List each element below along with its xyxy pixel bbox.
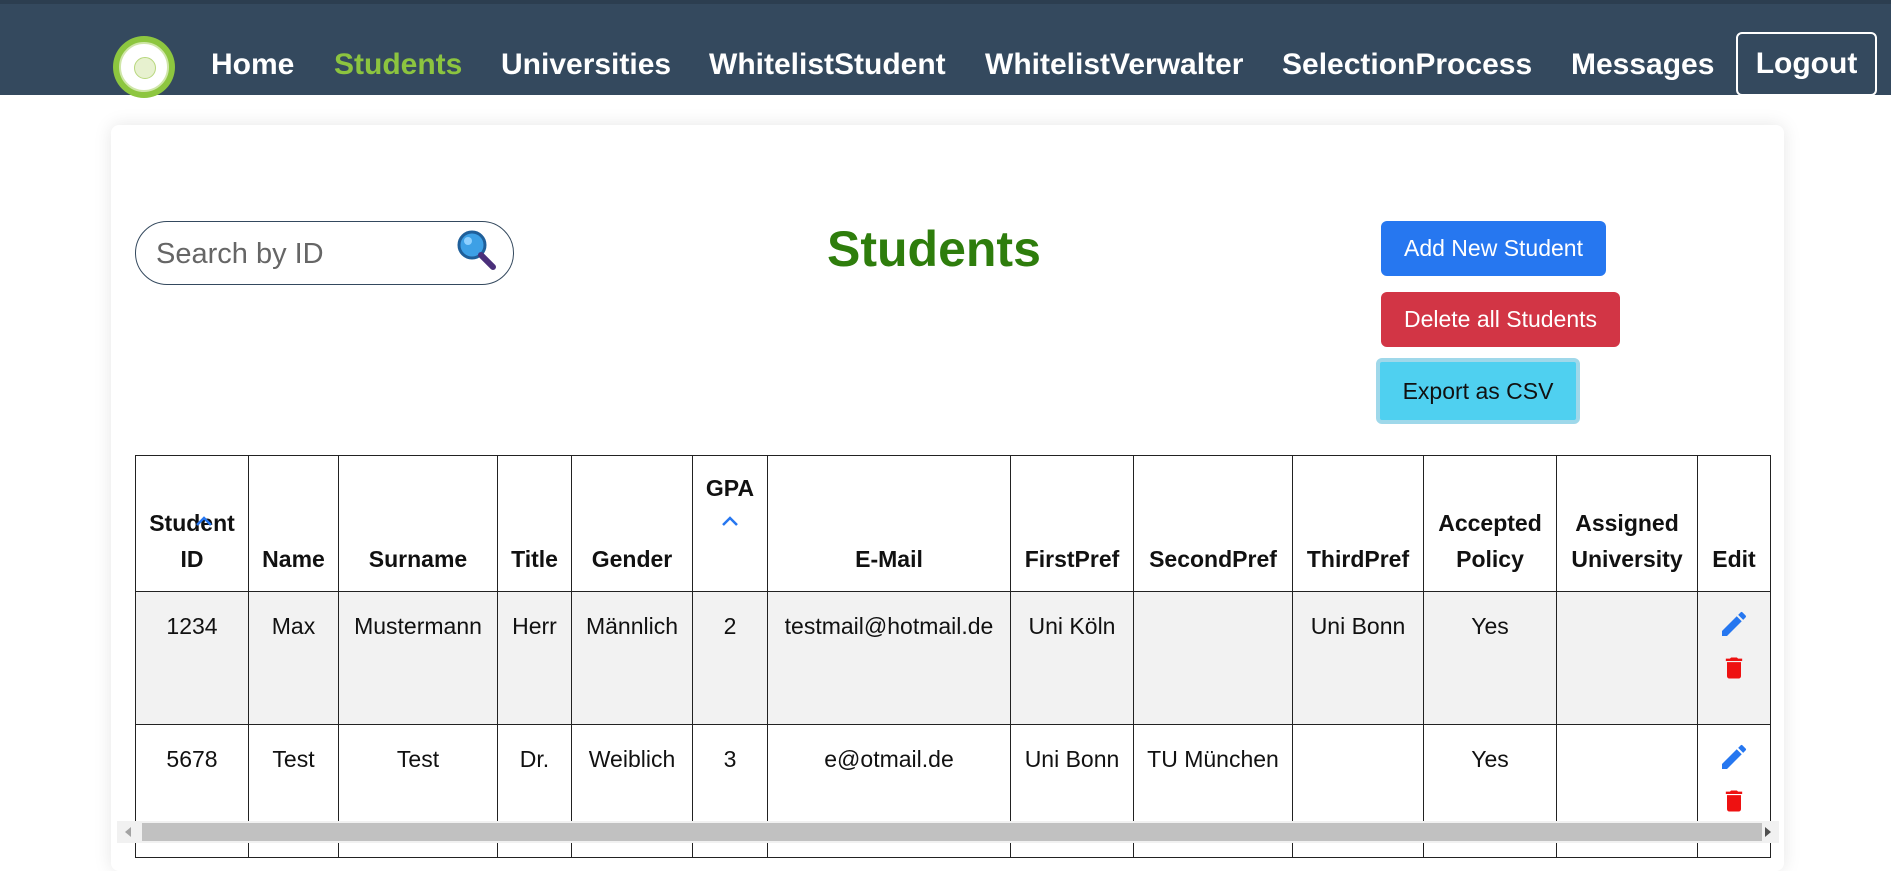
cell-second-pref xyxy=(1133,591,1293,725)
cell-student-id: 1234 xyxy=(135,591,249,725)
column-header-accepted-policy: Accepted Policy xyxy=(1423,455,1557,592)
table-row: 1234 Max Mustermann Herr Männlich 2 test… xyxy=(135,591,1771,725)
cell-first-pref: Uni Köln xyxy=(1010,591,1134,725)
nav-item-messages[interactable]: Messages xyxy=(1571,48,1714,82)
cell-surname: Mustermann xyxy=(338,591,498,725)
logout-button[interactable]: Logout xyxy=(1736,32,1877,96)
table-header-row: Student ID Name Surname Title Gender GPA… xyxy=(135,455,1771,592)
edit-pencil-icon[interactable] xyxy=(1718,608,1750,640)
scroll-right-arrow-icon[interactable] xyxy=(1765,827,1771,837)
nav-item-universities[interactable]: Universities xyxy=(501,48,671,82)
cell-assigned-university xyxy=(1556,591,1698,725)
cell-email: testmail@hotmail.de xyxy=(767,591,1011,725)
navbar: Home Students Universities WhitelistStud… xyxy=(0,0,1891,98)
column-header-email: E-Mail xyxy=(767,455,1011,592)
students-table: Student ID Name Surname Title Gender GPA… xyxy=(135,455,1771,858)
sort-ascending-icon[interactable] xyxy=(721,514,739,528)
search-input[interactable] xyxy=(154,235,448,273)
university-logo[interactable] xyxy=(113,36,175,98)
cell-gender: Männlich xyxy=(571,591,693,725)
page-title: Students xyxy=(827,221,1041,277)
search-box xyxy=(135,221,514,285)
cell-edit xyxy=(1697,591,1771,725)
edit-pencil-icon[interactable] xyxy=(1718,741,1750,773)
delete-trash-icon[interactable] xyxy=(1720,652,1748,684)
export-csv-button[interactable]: Export as CSV xyxy=(1376,358,1580,424)
nav-item-home[interactable]: Home xyxy=(211,48,294,82)
column-header-surname: Surname xyxy=(338,455,498,592)
scrollbar-thumb[interactable] xyxy=(142,823,1762,841)
cell-title: Herr xyxy=(497,591,572,725)
nav-item-whitelist-student[interactable]: WhitelistStudent xyxy=(709,48,946,82)
cell-accepted-policy: Yes xyxy=(1423,591,1557,725)
column-header-second-pref: SecondPref xyxy=(1133,455,1293,592)
nav-item-students[interactable]: Students xyxy=(334,48,462,82)
column-header-edit: Edit xyxy=(1697,455,1771,592)
column-header-third-pref: ThirdPref xyxy=(1292,455,1424,592)
cell-gpa: 2 xyxy=(692,591,768,725)
column-header-assigned-university: Assigned University xyxy=(1556,455,1698,592)
sort-ascending-icon[interactable] xyxy=(195,514,213,528)
column-header-title: Title xyxy=(497,455,572,592)
column-header-first-pref: FirstPref xyxy=(1010,455,1134,592)
cell-name: Max xyxy=(248,591,339,725)
delete-all-students-button[interactable]: Delete all Students xyxy=(1381,292,1620,347)
scroll-left-arrow-icon[interactable] xyxy=(125,827,131,837)
nav-item-whitelist-verwalter[interactable]: WhitelistVerwalter xyxy=(985,48,1243,82)
delete-trash-icon[interactable] xyxy=(1720,785,1748,817)
search-icon[interactable] xyxy=(454,228,498,272)
column-header-name: Name xyxy=(248,455,339,592)
add-new-student-button[interactable]: Add New Student xyxy=(1381,221,1606,276)
column-header-student-id[interactable]: Student ID xyxy=(135,455,249,592)
column-header-gender: Gender xyxy=(571,455,693,592)
cell-third-pref: Uni Bonn xyxy=(1292,591,1424,725)
horizontal-scrollbar[interactable] xyxy=(117,821,1779,843)
nav-item-selection-process[interactable]: SelectionProcess xyxy=(1282,48,1532,82)
